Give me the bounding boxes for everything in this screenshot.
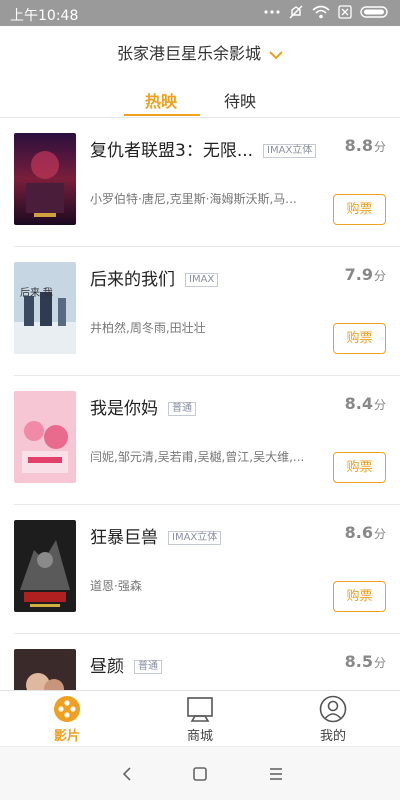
- tab-now-showing[interactable]: 热映: [145, 88, 177, 112]
- nav-profile[interactable]: 我的: [293, 695, 373, 744]
- more-dots-icon: [264, 9, 280, 15]
- status-bar: 上午10:48: [0, 0, 400, 26]
- cinema-name: 张家港巨星乐余影城: [116, 44, 261, 63]
- sim-icon: [338, 4, 352, 20]
- movie-score: 8.8分: [344, 136, 386, 155]
- movie-item[interactable]: 复仇者联盟3：无限... IMAX立体 8.8分 小罗伯特·唐尼,克里斯·海姆斯沃…: [14, 118, 400, 247]
- movie-score: 8.6分: [344, 523, 386, 542]
- mute-icon: [288, 4, 304, 20]
- active-tab-indicator: [124, 114, 200, 116]
- movie-poster[interactable]: [14, 133, 76, 225]
- tab-coming-soon[interactable]: 待映: [224, 88, 256, 112]
- movie-score: 8.4分: [344, 394, 386, 413]
- movie-item[interactable]: 我是你妈 普通 8.4分 闫妮,邹元清,吴若甫,吴樾,曾江,吴大维,... 购票: [14, 376, 400, 505]
- movie-poster[interactable]: [14, 649, 76, 690]
- format-badge: IMAX立体: [263, 144, 317, 158]
- movie-score: 7.9分: [344, 265, 386, 284]
- movie-list[interactable]: 复仇者联盟3：无限... IMAX立体 8.8分 小罗伯特·唐尼,克里斯·海姆斯沃…: [0, 118, 400, 690]
- buy-ticket-button[interactable]: 购票: [333, 323, 386, 354]
- buy-ticket-button[interactable]: 购票: [333, 452, 386, 483]
- movie-poster[interactable]: [14, 391, 76, 483]
- movie-score: 8.5分: [344, 652, 386, 671]
- profile-icon: [319, 695, 347, 723]
- bottom-nav: 影片 商城 我的: [0, 690, 400, 746]
- back-icon[interactable]: [118, 765, 136, 783]
- movie-cast: 井柏然,周冬雨,田壮壮: [90, 321, 206, 335]
- movie-poster[interactable]: 后来 我: [14, 262, 76, 354]
- cinema-selector[interactable]: 张家港巨星乐余影城: [0, 40, 400, 64]
- tab-bar: 热映 待映: [0, 78, 400, 118]
- format-badge: 普通: [134, 660, 162, 674]
- movie-item[interactable]: 后来 我 后来的我们 IMAX 7.9分 井柏然,周冬雨,田壮壮 购票: [14, 247, 400, 376]
- movie-item[interactable]: 狂暴巨兽 IMAX立体 8.6分 道恩·强森 购票: [14, 505, 400, 634]
- format-badge: IMAX立体: [168, 531, 222, 545]
- movie-title[interactable]: 昼颜 普通: [90, 652, 162, 677]
- film-reel-icon: [53, 695, 81, 723]
- movie-title[interactable]: 狂暴巨兽 IMAX立体: [90, 523, 222, 548]
- movie-cast: 闫妮,邹元清,吴若甫,吴樾,曾江,吴大维,...: [90, 450, 305, 464]
- battery-icon: [360, 5, 390, 19]
- format-badge: 普通: [168, 402, 196, 416]
- movie-title[interactable]: 复仇者联盟3：无限... IMAX立体: [90, 136, 317, 161]
- screen-icon: [186, 695, 214, 723]
- system-nav-bar: [0, 746, 400, 800]
- chevron-down-icon: [269, 45, 283, 64]
- movie-title[interactable]: 我是你妈 普通: [90, 394, 196, 419]
- menu-icon[interactable]: [267, 765, 285, 783]
- movie-item[interactable]: 昼颜普通 8.5分 购票: [14, 634, 400, 690]
- movie-cast: 小罗伯特·唐尼,克里斯·海姆斯沃斯,马...: [90, 192, 297, 206]
- status-icons: [264, 4, 390, 20]
- movie-title[interactable]: 后来的我们 IMAX: [90, 265, 219, 290]
- nav-films[interactable]: 影片: [27, 695, 107, 744]
- nav-mall[interactable]: 商城: [160, 695, 240, 744]
- movie-poster[interactable]: [14, 520, 76, 612]
- status-time: 上午10:48: [10, 8, 79, 24]
- wifi-icon: [312, 5, 330, 19]
- svg-text:后来 我: 后来 我: [20, 287, 53, 299]
- home-icon[interactable]: [191, 765, 209, 783]
- header: 张家港巨星乐余影城: [0, 26, 400, 78]
- buy-ticket-button[interactable]: 购票: [333, 581, 386, 612]
- buy-ticket-button[interactable]: 购票: [333, 194, 386, 225]
- format-badge: IMAX: [185, 273, 219, 287]
- movie-cast: 道恩·强森: [90, 579, 142, 593]
